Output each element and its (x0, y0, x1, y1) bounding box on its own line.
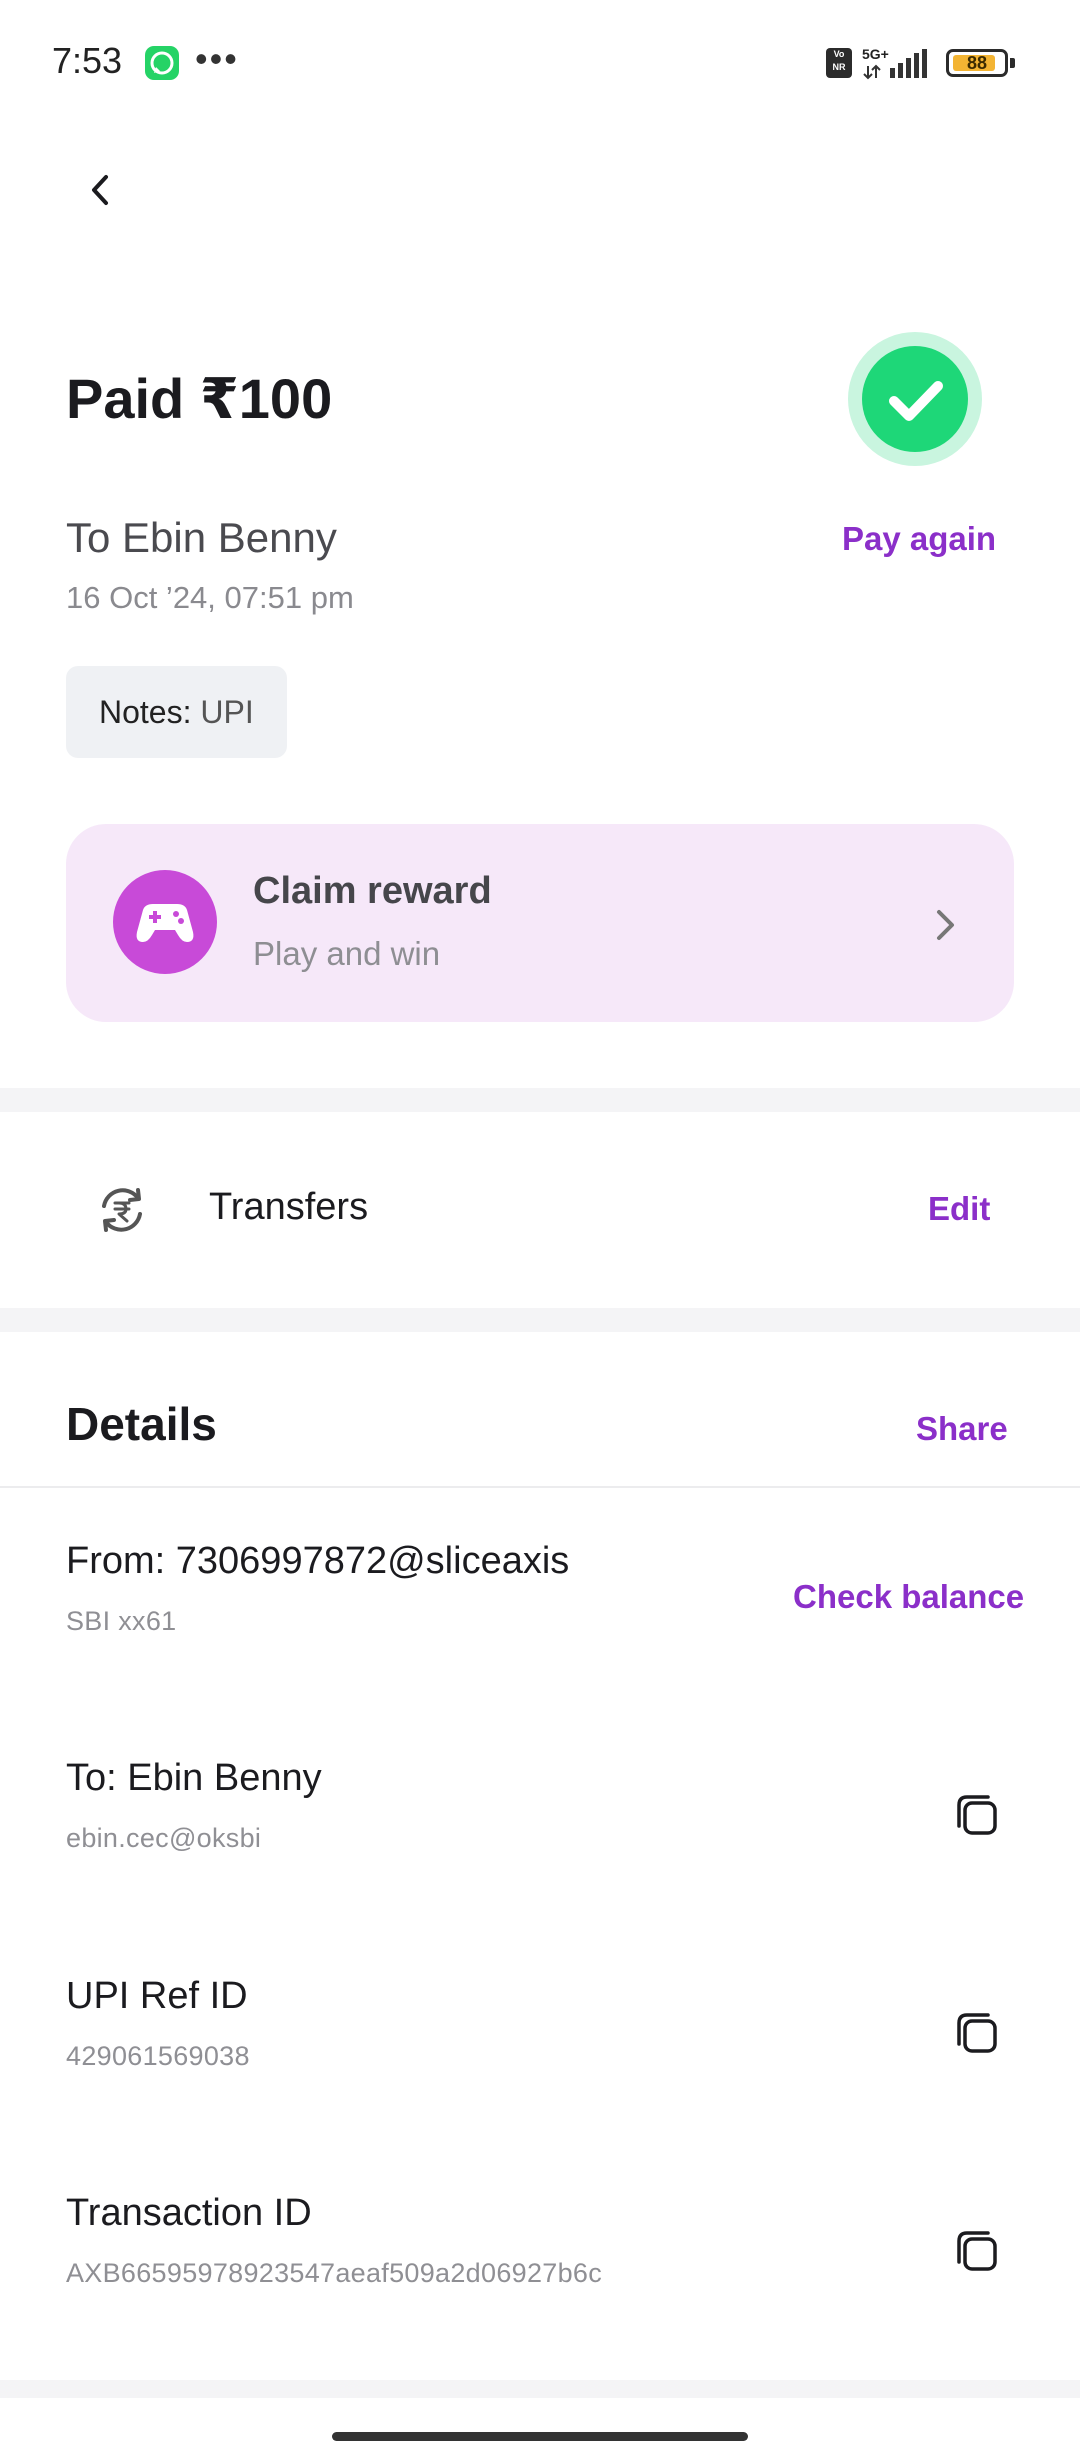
payment-title: Paid ₹100 (66, 367, 333, 430)
edit-button[interactable]: Edit (928, 1190, 990, 1228)
battery-level: 88 (966, 53, 988, 73)
section-divider (0, 1308, 1080, 1332)
details-heading: Details (66, 1398, 217, 1450)
rupee-exchange-icon (92, 1180, 152, 1240)
section-divider (0, 1088, 1080, 1112)
home-indicator[interactable] (332, 2432, 748, 2441)
more-notifications-icon: ••• (195, 38, 239, 79)
copy-button-upi-ref[interactable] (950, 2006, 1006, 2062)
notes-label: Notes: (99, 694, 192, 730)
network-type: 5G+ (862, 48, 889, 62)
check-circle-icon (862, 346, 968, 452)
battery-tip (1010, 58, 1015, 68)
copy-icon (957, 1795, 997, 1835)
reward-subtitle: Play and win (253, 935, 441, 972)
transfers-label: Transfers (209, 1186, 369, 1228)
upi-ref-label: UPI Ref ID (66, 1975, 248, 2017)
gamepad-icon (113, 870, 217, 974)
back-button[interactable] (75, 165, 125, 215)
check-balance-button[interactable]: Check balance (793, 1578, 1024, 1616)
payment-datetime: 16 Oct ’24, 07:51 pm (66, 580, 354, 615)
share-button[interactable]: Share (916, 1410, 1008, 1448)
battery-icon: 88 (946, 49, 1008, 77)
pay-again-button[interactable]: Pay again (842, 520, 996, 558)
transaction-id-label: Transaction ID (66, 2192, 312, 2234)
volte-icon: Vo NR (826, 48, 852, 78)
notes-chip: Notes: UPI (66, 666, 287, 758)
chevron-right-icon (925, 900, 965, 950)
to-upi-id: ebin.cec@oksbi (66, 1823, 262, 1853)
chevron-left-icon (92, 175, 108, 205)
status-time: 7:53 (52, 40, 123, 81)
copy-button-recipient[interactable] (950, 1788, 1006, 1844)
details-divider (0, 1486, 1080, 1488)
recipient-name: To Ebin Benny (66, 514, 337, 561)
from-account: From: 7306997872@sliceaxis (66, 1540, 570, 1582)
to-recipient: To: Ebin Benny (66, 1757, 322, 1799)
notes-value: UPI (200, 694, 254, 730)
copy-button-transaction-id[interactable] (950, 2224, 1006, 2280)
upi-ref-value: 429061569038 (66, 2041, 250, 2071)
copy-icon (957, 2231, 997, 2271)
section-divider (0, 2380, 1080, 2398)
transaction-id-value: AXB66595978923547aeaf509a2d06927b6c (66, 2258, 603, 2288)
signal-icon: 5G+ (862, 46, 932, 80)
whatsapp-icon (145, 46, 179, 80)
copy-icon (957, 2013, 997, 2053)
reward-title: Claim reward (253, 870, 492, 912)
from-bank: SBI xx61 (66, 1606, 177, 1636)
